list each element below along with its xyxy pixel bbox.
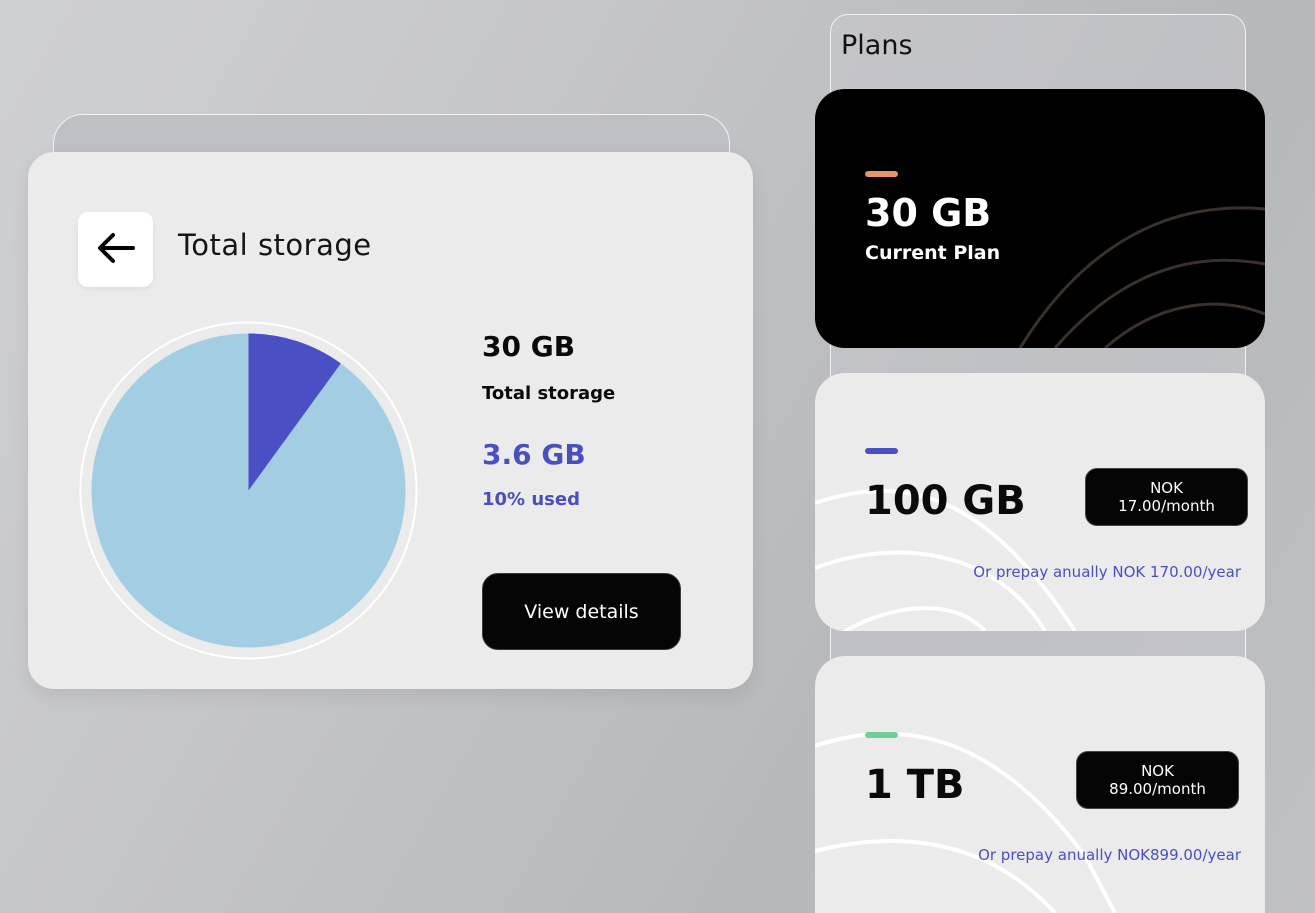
storage-stats: 30 GB Total storage 3.6 GB 10% used: [482, 330, 615, 510]
back-button[interactable]: [78, 212, 153, 287]
plan-100gb-prepay-link[interactable]: Or prepay anually NOK 170.00/year: [973, 563, 1241, 581]
plan-100gb-size: 100 GB: [865, 478, 1026, 524]
plan-card-1tb[interactable]: 1 TB NOK 89.00/month Or prepay anually N…: [815, 656, 1265, 913]
plans-title: Plans: [841, 30, 913, 61]
current-plan-accent-bar: [865, 171, 898, 177]
plan-1tb-prepay-link[interactable]: Or prepay anually NOK899.00/year: [978, 846, 1241, 864]
plan-card-100gb[interactable]: 100 GB NOK 17.00/month Or prepay anually…: [815, 373, 1265, 631]
plan-100gb-price-button[interactable]: NOK 17.00/month: [1085, 468, 1248, 526]
view-details-button[interactable]: View details: [482, 573, 681, 650]
total-storage-value: 30 GB: [482, 330, 576, 363]
arrow-left-icon: [97, 232, 135, 267]
plan-1tb-accent-bar: [865, 732, 898, 738]
current-plan-size: 30 GB: [865, 191, 992, 235]
plan-100gb-accent-bar: [865, 448, 898, 454]
plan-1tb-price-button[interactable]: NOK 89.00/month: [1076, 751, 1239, 809]
plan-1tb-size: 1 TB: [865, 762, 965, 808]
card-title: Total storage: [178, 228, 372, 262]
storage-pie-chart: [78, 320, 419, 661]
used-storage-label: 10% used: [482, 489, 580, 510]
used-storage-value: 3.6 GB: [482, 438, 586, 471]
current-plan-label: Current Plan: [865, 242, 1001, 264]
storage-card: Total storage 30 GB Total storage 3.6 GB…: [28, 152, 753, 689]
current-plan-card[interactable]: 30 GB Current Plan: [815, 89, 1265, 348]
total-storage-label: Total storage: [482, 383, 616, 404]
